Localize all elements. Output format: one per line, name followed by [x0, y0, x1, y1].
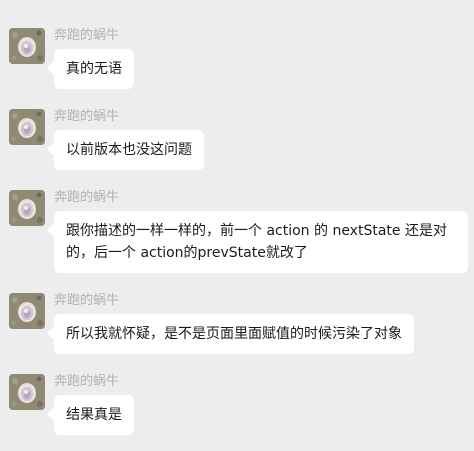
- message-text: 跟你描述的一样一样的，前一个 action 的 nextState 还是对的，后…: [66, 223, 447, 261]
- snail-icon: [9, 374, 45, 410]
- snail-icon: [9, 109, 45, 145]
- avatar[interactable]: [9, 28, 45, 64]
- avatar[interactable]: [9, 190, 45, 226]
- sender-name: 奔跑的蜗牛: [54, 28, 120, 43]
- avatar[interactable]: [9, 374, 45, 410]
- message-text: 结果真是: [66, 407, 122, 423]
- message-text: 以前版本也没这问题: [66, 142, 192, 158]
- message-text: 所以我就怀疑，是不是页面里面赋值的时候污染了对象: [66, 326, 402, 342]
- message-bubble[interactable]: 所以我就怀疑，是不是页面里面赋值的时候污染了对象: [54, 314, 414, 354]
- message-bubble[interactable]: 真的无语: [54, 49, 134, 89]
- snail-icon: [9, 190, 45, 226]
- avatar[interactable]: [9, 293, 45, 329]
- sender-name: 奔跑的蜗牛: [54, 190, 120, 205]
- sender-name: 奔跑的蜗牛: [54, 374, 120, 389]
- sender-name: 奔跑的蜗牛: [54, 293, 120, 308]
- snail-icon: [9, 293, 45, 329]
- avatar[interactable]: [9, 109, 45, 145]
- snail-icon: [9, 28, 45, 64]
- message-bubble[interactable]: 结果真是: [54, 395, 134, 435]
- message-bubble[interactable]: 以前版本也没这问题: [54, 130, 204, 170]
- chat-message-list: 奔跑的蜗牛 真的无语 奔跑的蜗牛 以前版本也没这问题 奔跑的蜗牛 跟你描述的一样…: [0, 0, 474, 451]
- message-text: 真的无语: [66, 61, 122, 77]
- sender-name: 奔跑的蜗牛: [54, 109, 120, 124]
- message-bubble[interactable]: 跟你描述的一样一样的，前一个 action 的 nextState 还是对的，后…: [54, 211, 468, 273]
